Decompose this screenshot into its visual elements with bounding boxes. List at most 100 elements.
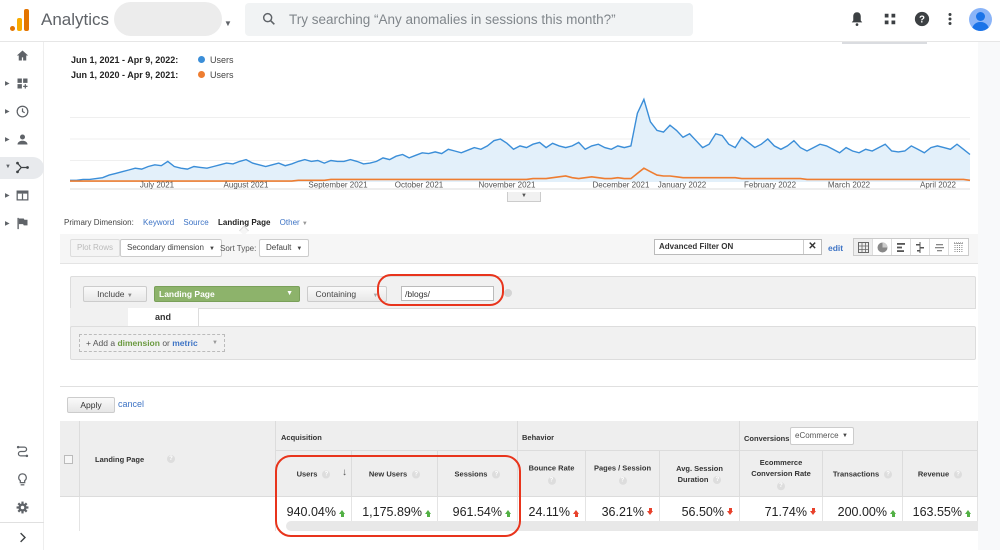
help-icon[interactable]: ? [777, 482, 785, 491]
performance-view-button[interactable] [892, 239, 911, 255]
help-icon[interactable]: ? [954, 470, 963, 479]
pie-view-icon [877, 242, 887, 252]
attribution-icon [16, 445, 29, 458]
app-title: Analytics [41, 10, 110, 29]
apps-grid-icon[interactable] [881, 10, 899, 28]
column-header-new-users[interactable]: New Users? [352, 451, 438, 497]
help-icon[interactable]: ? [618, 476, 627, 485]
include-select[interactable]: Include ▼ [83, 286, 147, 302]
sidebar-item-attribution[interactable] [0, 441, 44, 463]
pivot-view-icon [954, 242, 963, 252]
expand-arrow-icon: ▶ [5, 193, 10, 199]
trend-up-icon [965, 510, 971, 517]
caret-down-icon: ▼ [126, 293, 133, 299]
add-dimension-or-metric-button[interactable]: + Add a dimension or metric ▼ [79, 334, 225, 352]
filter-value-input[interactable] [401, 286, 494, 301]
help-icon[interactable]: ? [713, 475, 722, 484]
sidebar-collapse-button[interactable] [0, 527, 44, 549]
sort-type-label: Sort Type: [220, 244, 257, 253]
match-type-select[interactable]: Containing ▼ [307, 286, 387, 302]
lightbulb-icon [18, 473, 27, 486]
apply-button[interactable]: Apply [67, 397, 115, 413]
term-cloud-icon [934, 243, 944, 251]
column-header-label: Sessions [454, 469, 488, 478]
column-header-pages-session[interactable]: Pages / Session? [586, 451, 660, 497]
sidebar-item-acquisition[interactable]: ▼ [0, 157, 44, 179]
search-bar[interactable] [245, 3, 693, 36]
acquisition-label: Acquisition [281, 433, 322, 442]
column-header-bounce-rate[interactable]: Bounce Rate? [518, 451, 586, 497]
help-icon[interactable]: ? [412, 470, 421, 479]
help-icon[interactable]: ? [492, 470, 501, 479]
search-input[interactable] [289, 12, 679, 27]
select-all-checkbox[interactable] [64, 455, 73, 464]
column-header-sessions[interactable]: Sessions? [438, 451, 518, 497]
term-cloud-view-button[interactable] [930, 239, 949, 255]
advanced-filter-panel: Include ▼ Landing Page ▼ Containing ▼ [70, 276, 976, 310]
help-icon[interactable]: ? [884, 470, 893, 479]
add-metric-text: metric [172, 338, 198, 348]
other-caret-icon: ▼ [301, 221, 308, 227]
landing-page-header-label: Landing Page [95, 455, 145, 464]
remove-condition-icon[interactable] [504, 289, 512, 297]
pivot-view-button[interactable] [949, 239, 968, 255]
table-view-button[interactable] [854, 239, 873, 255]
trend-down-icon [647, 508, 653, 515]
legend-current-range: Jun 1, 2021 - Apr 9, 2022: [71, 55, 179, 65]
dimension-source[interactable]: Source [183, 218, 208, 227]
edit-filter-link[interactable]: edit [828, 243, 843, 253]
dimension-landing-page[interactable]: Landing Page [218, 218, 270, 227]
x-tick-label: October 2021 [395, 181, 444, 190]
column-header-transactions[interactable]: Transactions? [823, 451, 903, 497]
account-caret-icon[interactable]: ▼ [224, 19, 232, 28]
sidebar-item-realtime[interactable]: ▶ [0, 101, 44, 123]
table-horizontal-scrollbar[interactable] [286, 521, 982, 531]
acquisition-group-header: Acquisition [276, 421, 518, 451]
sort-descending-icon[interactable]: ↓ [342, 467, 347, 478]
landing-page-header[interactable]: Landing Page ? [80, 421, 276, 497]
advanced-filter-field[interactable]: Advanced Filter ON ✕ [654, 239, 822, 255]
comparison-view-button[interactable] [911, 239, 930, 255]
caret-down-icon: ▼ [296, 246, 303, 252]
column-header-avg-session-duration[interactable]: Avg. Session Duration? [660, 451, 740, 497]
conversions-type-select[interactable]: eCommerce ▼ [790, 427, 854, 445]
table-view-icon [857, 241, 869, 253]
account-avatar[interactable] [969, 8, 992, 31]
analytics-logo[interactable] [10, 9, 32, 31]
users-line-chart[interactable]: July 2021 August 2021 September 2021 Octobe… [60, 92, 978, 192]
column-header-users[interactable]: Users? ↓ [276, 451, 352, 497]
add-prefix: + Add a [86, 338, 118, 348]
column-header-revenue[interactable]: Revenue? [903, 451, 978, 497]
primary-dimension-label: Primary Dimension: [64, 218, 134, 227]
clear-filter-icon[interactable]: ✕ [803, 240, 821, 254]
help-icon[interactable]: ? [547, 476, 556, 485]
caret-down-icon: ▼ [208, 246, 215, 252]
help-icon[interactable]: ? [322, 470, 331, 479]
sidebar-item-audience[interactable]: ▶ [0, 129, 44, 151]
sidebar-item-discover[interactable] [0, 469, 44, 491]
trend-down-icon [727, 508, 733, 515]
help-icon[interactable]: ? [913, 10, 931, 28]
filter-dimension-select[interactable]: Landing Page ▼ [154, 286, 300, 302]
bell-icon[interactable] [848, 10, 866, 28]
sidebar-item-home[interactable] [0, 45, 44, 67]
chart-collapse-toggle[interactable]: ▼ [507, 192, 541, 202]
pie-view-button[interactable] [873, 239, 892, 255]
more-vert-icon[interactable] [941, 10, 959, 28]
sort-type-select[interactable]: Default ▼ [259, 239, 310, 257]
advanced-filter-value: Advanced Filter ON [659, 242, 734, 251]
sidebar-item-admin[interactable] [0, 497, 44, 519]
dimension-other[interactable]: Other ▼ [280, 218, 308, 227]
column-header-label: New Users [368, 469, 408, 478]
help-icon[interactable]: ? [167, 455, 175, 463]
cancel-link[interactable]: cancel [118, 399, 144, 409]
expand-arrow-icon: ▶ [5, 109, 10, 115]
sidebar-item-conversions[interactable]: ▶ [0, 213, 44, 235]
account-selector[interactable] [114, 2, 222, 36]
sidebar-item-customization[interactable]: ▶ [0, 73, 44, 95]
secondary-dimension-select[interactable]: Secondary dimension ▼ [120, 239, 222, 257]
plot-rows-button[interactable]: Plot Rows [70, 239, 121, 257]
column-header-ecommerce-conversion-rate[interactable]: Ecommerce Conversion Rate? [740, 451, 823, 497]
sidebar-item-behavior[interactable]: ▶ [0, 185, 44, 207]
dimension-keyword[interactable]: Keyword [143, 218, 174, 227]
